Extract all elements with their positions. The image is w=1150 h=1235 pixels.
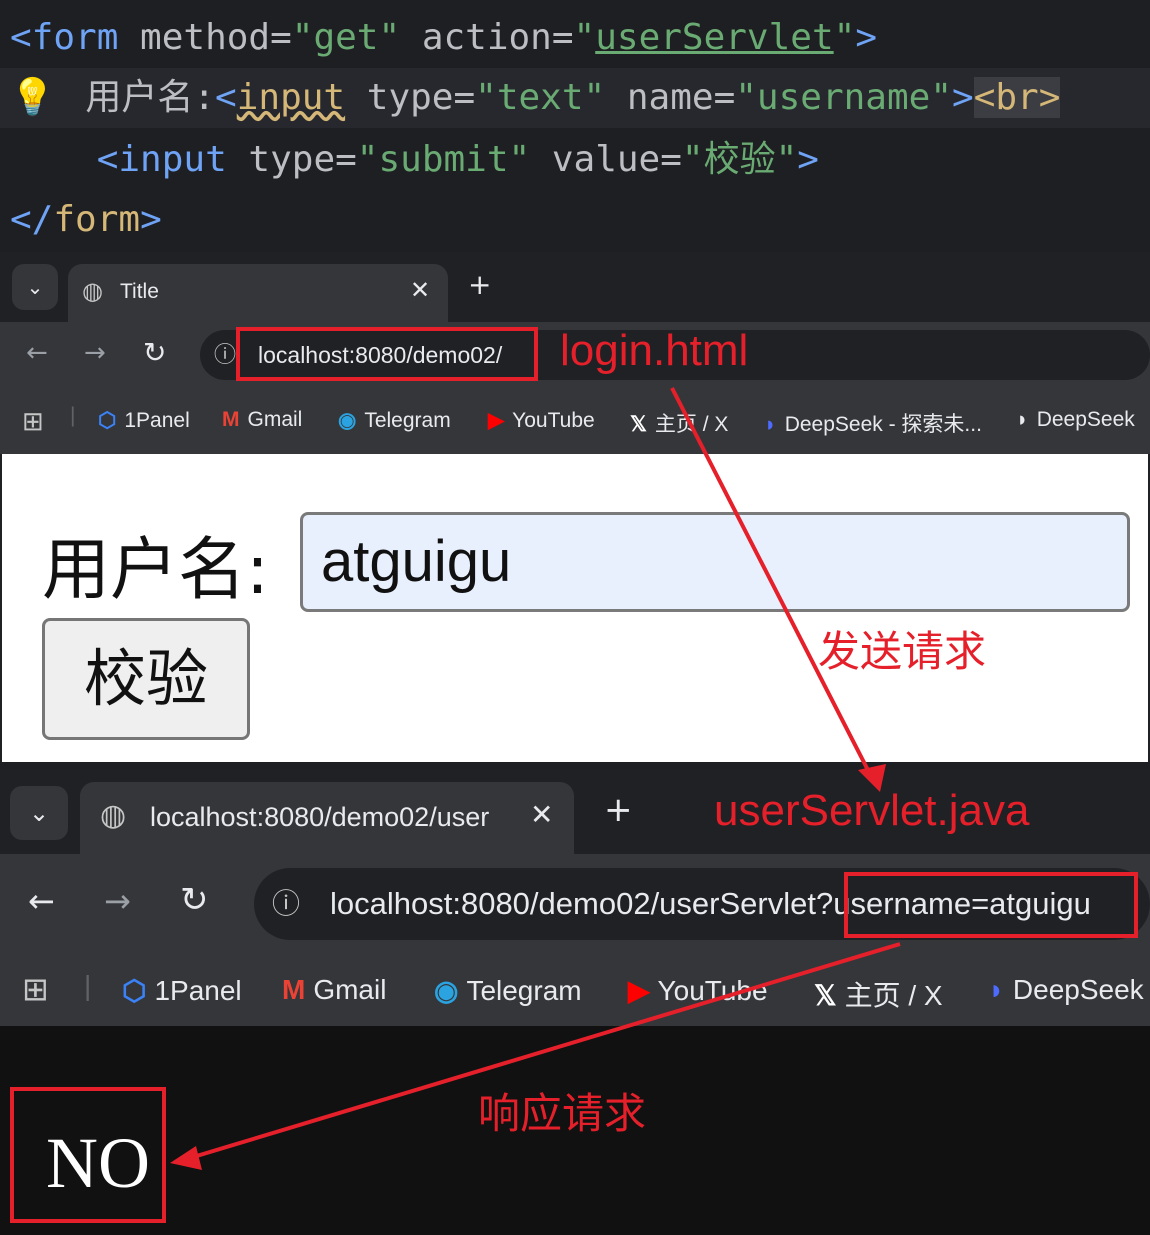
- send-request-arrow: [670, 387, 874, 779]
- respond-arrowhead: [170, 1146, 202, 1170]
- respond-arrow: [189, 942, 901, 1160]
- send-request-arrowhead: [858, 764, 886, 792]
- annotation-arrows: [170, 387, 901, 1170]
